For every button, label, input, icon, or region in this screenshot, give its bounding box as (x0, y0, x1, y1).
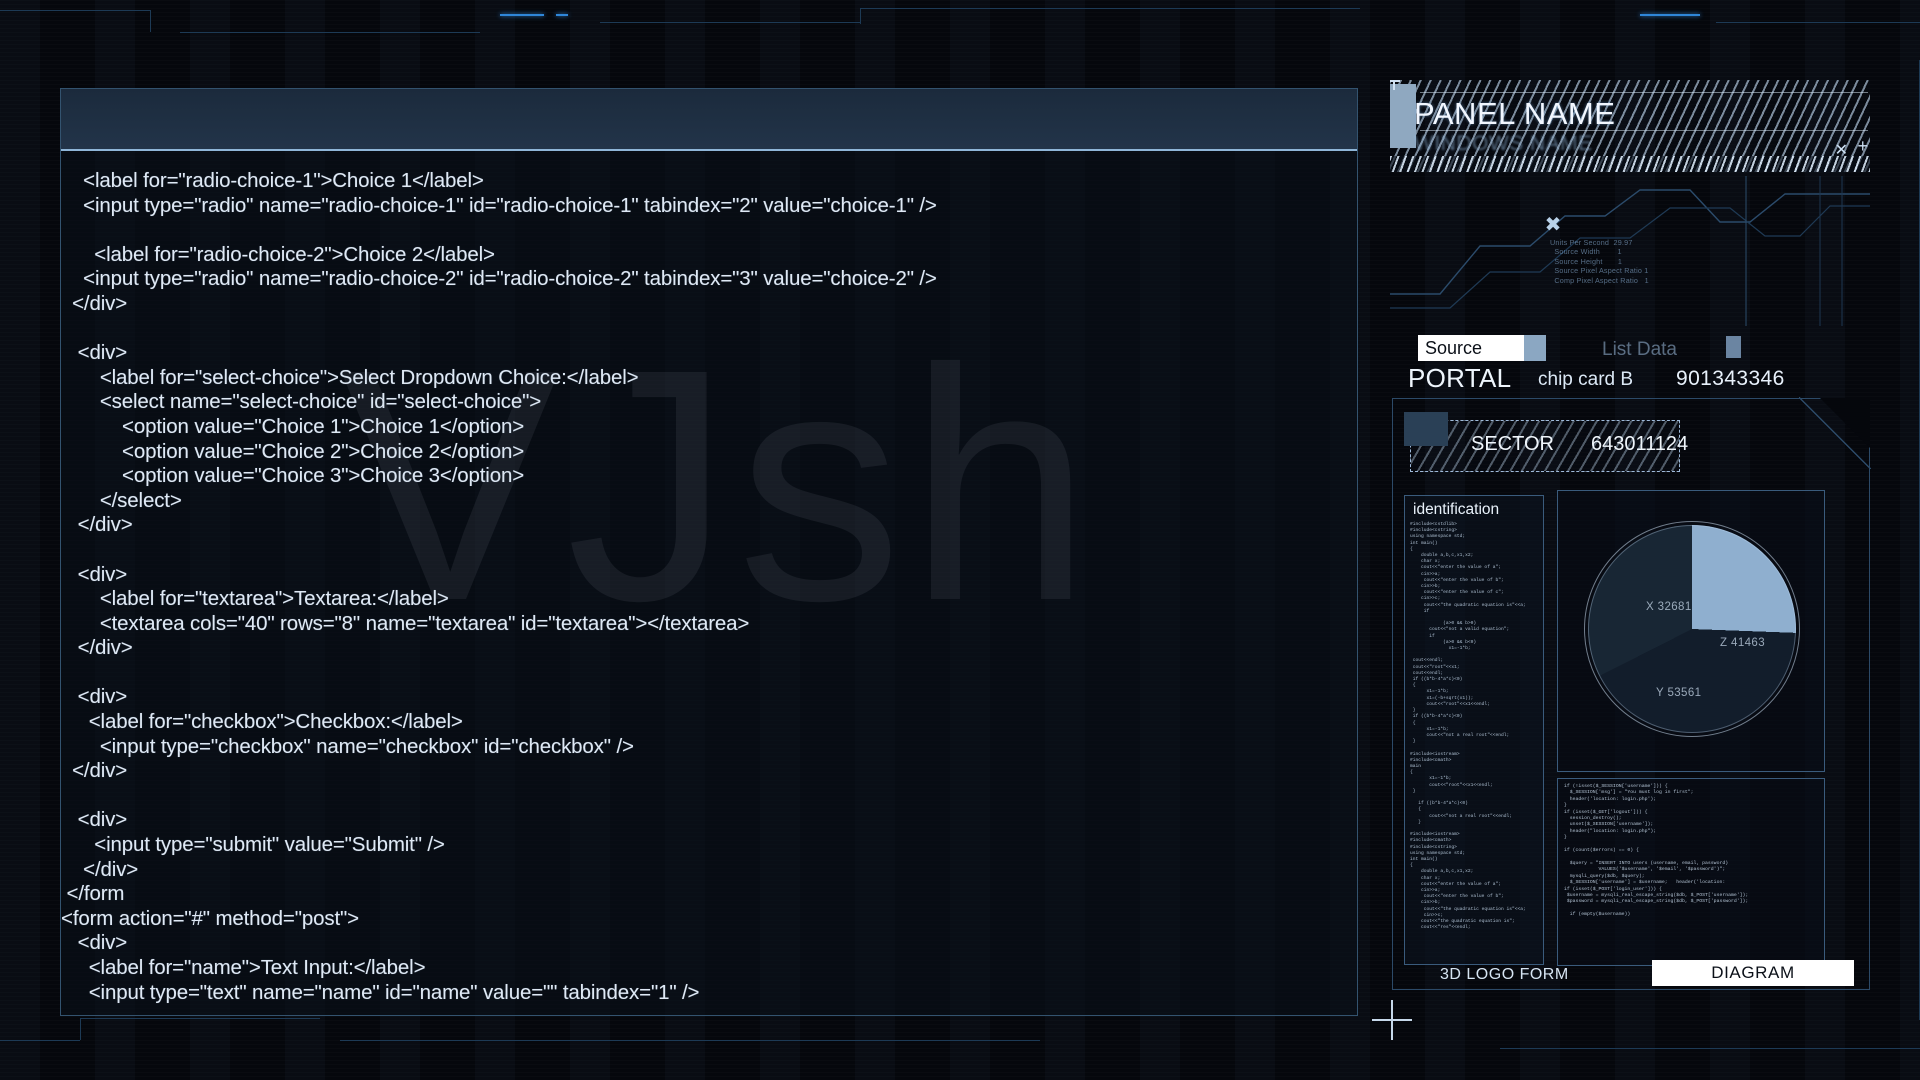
list-data-label[interactable]: List Data (1602, 339, 1677, 361)
code-line: </div> (61, 857, 139, 881)
code-line: <textarea cols="40" rows="8" name="texta… (61, 611, 750, 635)
code-line: <div> (61, 808, 128, 832)
code-line: <div> (61, 685, 128, 709)
source-chip[interactable]: Source (1418, 335, 1546, 361)
header-hatch-strip (1390, 156, 1870, 172)
code-line: <input type="checkbox" name="checkbox" i… (61, 734, 634, 758)
php-code-text: if (!isset($_SESSION['username'])) { $_S… (1564, 784, 1749, 918)
diagram-badge-label: DIAGRAM (1711, 963, 1795, 982)
frame-tick-bottom-a (80, 1018, 81, 1040)
hud-sidebar: PANEL NAME WINDOWS NAME ✕ + ✖ Units Per … (1382, 0, 1902, 1080)
frame-tick-top-d (860, 8, 861, 24)
frame-line-bottom-a (80, 1018, 320, 1019)
cpp-code-text: #include<cstdlib> #include<cstring> usin… (1410, 522, 1526, 931)
sector-badge: SECTOR 643011124 (1410, 420, 1688, 472)
panel-name-title: PANEL NAME (1414, 96, 1616, 131)
sector-number: 643011124 (1591, 433, 1689, 455)
code-line: <input type="radio" name="radio-choice-2… (61, 267, 937, 291)
portal-number-value: 901343346 (1676, 367, 1785, 390)
header-left-block (1390, 84, 1416, 148)
code-editor-panel[interactable]: <label for="radio-choice-1">Choice 1</la… (60, 88, 1358, 1016)
portal-label: PORTAL (1408, 363, 1512, 393)
code-line: <option value="Choice 1">Choice 1</optio… (61, 414, 525, 438)
source-label: Source (1425, 338, 1483, 358)
pie-label-z: Z 41463 (1720, 637, 1765, 649)
logo-form-label: 3D LOGO FORM (1440, 966, 1569, 983)
code-line: <label for="textarea">Textarea:</label> (61, 587, 449, 611)
code-line: <label for="radio-choice-1">Choice 1</la… (61, 169, 484, 192)
code-line: </div> (61, 291, 128, 315)
frame-line-top-mid (180, 32, 480, 33)
identification-title: identification (1413, 501, 1500, 518)
windows-name-subtitle: WINDOWS NAME (1414, 132, 1593, 155)
pie-chart-panel: X 32681 Y 53561 Z 41463 (1557, 490, 1825, 772)
waveform-meta-text: Units Per Second 29.97 Source Width 1 So… (1550, 238, 1649, 285)
sector-label: SECTOR (1471, 433, 1554, 455)
pie-label-x: X 32681 (1646, 601, 1692, 613)
frame-line-top-c (600, 22, 860, 23)
header-tick-b (1393, 80, 1395, 90)
frame-corner-edge (1799, 397, 1871, 469)
waveform-block: ✖ Units Per Second 29.97 Source Width 1 … (1390, 176, 1870, 326)
php-code-panel[interactable]: if (!isset($_SESSION['username'])) { $_S… (1557, 778, 1825, 966)
code-panel-titlebar (61, 89, 1357, 151)
frame-line-top-left (0, 10, 150, 11)
code-line: <input type="text" name="name" id="name"… (61, 980, 700, 1004)
close-icon[interactable]: ✕ (1835, 140, 1848, 160)
header-rule-top (1420, 92, 1868, 93)
frame-line-top-d (860, 8, 1360, 9)
code-line: <input type="radio" name="radio-choice-1… (61, 193, 937, 217)
sector-corner-block (1404, 412, 1448, 446)
code-line: <label for="checkbox">Checkbox:</label> (61, 710, 463, 734)
pie-chart-slices (1588, 525, 1796, 733)
source-chip-nub (1524, 335, 1546, 361)
code-line: <input type="submit" value="Submit" /> (61, 833, 445, 857)
frame-line-bottom-left (0, 1040, 80, 1041)
code-line: <select name="select-choice" id="select-… (61, 390, 542, 414)
accent-dash-top-b (556, 14, 568, 16)
code-line: <div> (61, 341, 128, 365)
code-line: <option value="Choice 2">Choice 2</optio… (61, 439, 525, 463)
crosshair-marker (1372, 1000, 1412, 1040)
code-line: </div> (61, 513, 133, 537)
chip-card-value: chip card B (1538, 369, 1634, 390)
code-line: <label for="radio-choice-2">Choice 2</la… (61, 242, 495, 266)
frame-tick-top-left (150, 10, 151, 32)
code-line: <label for="name">Text Input:</label> (61, 956, 426, 979)
code-line: </div> (61, 759, 128, 783)
code-line: </div> (61, 636, 133, 660)
source-portal-row: Source List Data PORTAL chip card B 9013… (1390, 335, 1870, 405)
accent-dash-top-a (500, 14, 544, 16)
code-line: </select> (61, 488, 182, 512)
x-mark-icon: ✖ (1544, 214, 1562, 236)
code-line: </form (61, 882, 125, 906)
pie-label-y: Y 53561 (1656, 687, 1702, 699)
list-data-nub (1726, 336, 1741, 358)
frame-line-bottom-b (340, 1040, 1040, 1041)
panel-header-block: PANEL NAME WINDOWS NAME ✕ + (1390, 80, 1870, 172)
pie-chart-wrap: X 32681 Y 53561 Z 41463 (1578, 509, 1806, 755)
diagram-badge[interactable]: DIAGRAM (1652, 960, 1854, 986)
header-tick-a (1390, 80, 1400, 82)
code-line: <div> (61, 562, 128, 586)
plus-icon[interactable]: + (1857, 136, 1868, 157)
code-panel-body[interactable]: <label for="radio-choice-1">Choice 1</la… (61, 151, 1357, 1015)
code-line: <label for="select-choice">Select Dropdo… (61, 365, 639, 389)
hud-screen: <label for="radio-choice-1">Choice 1</la… (0, 0, 1920, 1080)
code-line: <form action="#" method="post"> (61, 906, 359, 930)
identification-panel[interactable]: identification #include<cstdlib> #includ… (1404, 495, 1544, 965)
code-line: <div> (61, 931, 128, 955)
code-line: <option value="Choice 3">Choice 3</optio… (61, 464, 525, 488)
